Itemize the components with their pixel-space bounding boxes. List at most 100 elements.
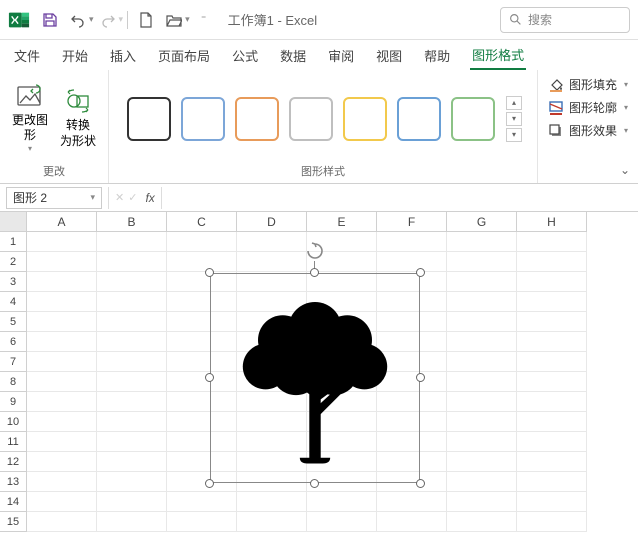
row-header-12[interactable]: 12 xyxy=(0,452,27,472)
cell-C2[interactable] xyxy=(167,252,237,272)
ribbon-collapse-button[interactable]: ⌄ xyxy=(616,161,634,179)
tab-view[interactable]: 视图 xyxy=(374,42,404,69)
row-header-8[interactable]: 8 xyxy=(0,372,27,392)
selected-shape[interactable] xyxy=(210,273,420,483)
cell-H7[interactable] xyxy=(517,352,587,372)
cell-G5[interactable] xyxy=(447,312,517,332)
tab-formulas[interactable]: 公式 xyxy=(230,42,260,69)
cell-B4[interactable] xyxy=(97,292,167,312)
spreadsheet-grid[interactable]: ABCDEFGH 123456789101112131415 xyxy=(0,212,638,532)
col-header-F[interactable]: F xyxy=(377,212,447,232)
shape-effects-button[interactable]: 图形效果▾ xyxy=(544,120,632,141)
cell-B13[interactable] xyxy=(97,472,167,492)
row-header-4[interactable]: 4 xyxy=(0,292,27,312)
cell-A15[interactable] xyxy=(27,512,97,532)
tab-layout[interactable]: 页面布局 xyxy=(156,42,212,69)
cell-A14[interactable] xyxy=(27,492,97,512)
resize-handle-br[interactable] xyxy=(416,479,425,488)
cell-G3[interactable] xyxy=(447,272,517,292)
cell-D14[interactable] xyxy=(237,492,307,512)
cell-H8[interactable] xyxy=(517,372,587,392)
row-header-14[interactable]: 14 xyxy=(0,492,27,512)
cell-H14[interactable] xyxy=(517,492,587,512)
rotate-handle[interactable] xyxy=(305,241,325,261)
cell-A7[interactable] xyxy=(27,352,97,372)
save-button[interactable] xyxy=(37,7,63,33)
tab-file[interactable]: 文件 xyxy=(12,42,42,69)
cell-G13[interactable] xyxy=(447,472,517,492)
cell-B14[interactable] xyxy=(97,492,167,512)
col-header-A[interactable]: A xyxy=(27,212,97,232)
cell-A4[interactable] xyxy=(27,292,97,312)
style-swatch-0[interactable] xyxy=(127,97,171,141)
cell-B11[interactable] xyxy=(97,432,167,452)
cell-B5[interactable] xyxy=(97,312,167,332)
cell-G14[interactable] xyxy=(447,492,517,512)
cell-H5[interactable] xyxy=(517,312,587,332)
row-header-7[interactable]: 7 xyxy=(0,352,27,372)
cell-H1[interactable] xyxy=(517,232,587,252)
cell-G15[interactable] xyxy=(447,512,517,532)
cell-G7[interactable] xyxy=(447,352,517,372)
cell-H15[interactable] xyxy=(517,512,587,532)
cell-A3[interactable] xyxy=(27,272,97,292)
cell-B12[interactable] xyxy=(97,452,167,472)
style-swatch-6[interactable] xyxy=(451,97,495,141)
cell-B1[interactable] xyxy=(97,232,167,252)
cell-C15[interactable] xyxy=(167,512,237,532)
cell-H4[interactable] xyxy=(517,292,587,312)
row-header-13[interactable]: 13 xyxy=(0,472,27,492)
cell-G1[interactable] xyxy=(447,232,517,252)
resize-handle-tm[interactable] xyxy=(310,268,319,277)
row-header-1[interactable]: 1 xyxy=(0,232,27,252)
new-file-button[interactable] xyxy=(133,7,159,33)
cell-H10[interactable] xyxy=(517,412,587,432)
styles-scroll-down[interactable]: ▾ xyxy=(506,112,522,126)
style-swatch-3[interactable] xyxy=(289,97,333,141)
row-header-15[interactable]: 15 xyxy=(0,512,27,532)
cell-A6[interactable] xyxy=(27,332,97,352)
cell-H6[interactable] xyxy=(517,332,587,352)
formula-cancel-button[interactable]: ✕ xyxy=(115,191,124,204)
cell-H11[interactable] xyxy=(517,432,587,452)
undo-button[interactable] xyxy=(65,7,91,33)
cell-G10[interactable] xyxy=(447,412,517,432)
cell-D2[interactable] xyxy=(237,252,307,272)
cell-G9[interactable] xyxy=(447,392,517,412)
cell-B8[interactable] xyxy=(97,372,167,392)
cell-B10[interactable] xyxy=(97,412,167,432)
cell-A13[interactable] xyxy=(27,472,97,492)
cell-H2[interactable] xyxy=(517,252,587,272)
cell-C14[interactable] xyxy=(167,492,237,512)
formula-enter-button[interactable]: ✓ xyxy=(128,191,137,204)
resize-handle-bm[interactable] xyxy=(310,479,319,488)
cell-G11[interactable] xyxy=(447,432,517,452)
row-header-11[interactable]: 11 xyxy=(0,432,27,452)
cell-G6[interactable] xyxy=(447,332,517,352)
tab-home[interactable]: 开始 xyxy=(60,42,90,69)
row-header-6[interactable]: 6 xyxy=(0,332,27,352)
cell-A1[interactable] xyxy=(27,232,97,252)
styles-scroll-up[interactable]: ▴ xyxy=(506,96,522,110)
resize-handle-mr[interactable] xyxy=(416,373,425,382)
formula-input[interactable] xyxy=(162,187,638,209)
search-box[interactable]: 搜索 xyxy=(500,7,630,33)
row-header-2[interactable]: 2 xyxy=(0,252,27,272)
cell-B9[interactable] xyxy=(97,392,167,412)
resize-handle-bl[interactable] xyxy=(205,479,214,488)
styles-more[interactable]: ▾ xyxy=(506,128,522,142)
cell-D1[interactable] xyxy=(237,232,307,252)
cell-E14[interactable] xyxy=(307,492,377,512)
row-header-10[interactable]: 10 xyxy=(0,412,27,432)
cell-B3[interactable] xyxy=(97,272,167,292)
cell-H9[interactable] xyxy=(517,392,587,412)
cell-G8[interactable] xyxy=(447,372,517,392)
cell-B6[interactable] xyxy=(97,332,167,352)
cell-F15[interactable] xyxy=(377,512,447,532)
cell-F2[interactable] xyxy=(377,252,447,272)
style-swatch-4[interactable] xyxy=(343,97,387,141)
row-header-5[interactable]: 5 xyxy=(0,312,27,332)
cell-H13[interactable] xyxy=(517,472,587,492)
cell-C1[interactable] xyxy=(167,232,237,252)
col-header-C[interactable]: C xyxy=(167,212,237,232)
